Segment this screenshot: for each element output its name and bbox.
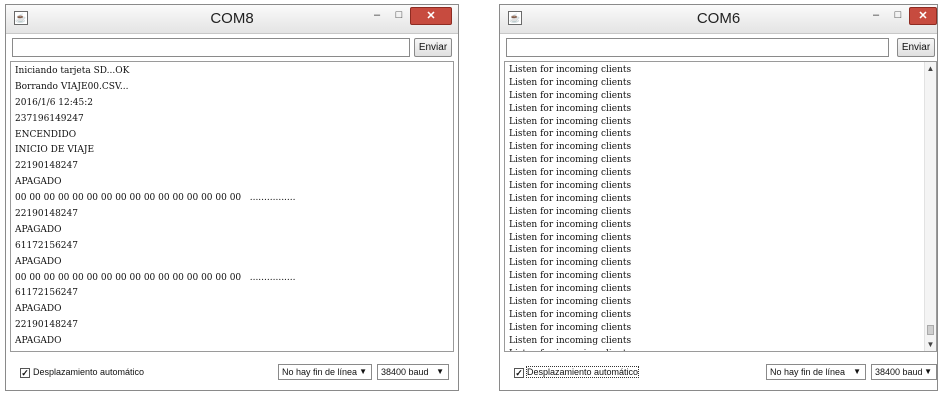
output-line: Listen for incoming clients — [509, 103, 632, 114]
output-line: 61172156247 — [15, 288, 78, 299]
chevron-down-icon: ▼ — [924, 367, 932, 376]
output-lines: Iniciando tarjeta SD...OK Borrando VIAJE0… — [15, 64, 439, 351]
baud-rate-value: 38400 baud — [381, 367, 429, 377]
baud-rate-select[interactable]: 38400 baud ▼ — [377, 364, 449, 380]
serial-output[interactable]: Iniciando tarjeta SD...OK Borrando VIAJE0… — [10, 61, 454, 352]
close-button[interactable]: ✕ — [410, 7, 452, 25]
output-line: 00 00 00 00 00 00 00 00 00 00 00 00 00 0… — [15, 350, 439, 351]
output-line: Listen for incoming clients — [509, 168, 632, 179]
window-controls: – □ ✕ — [366, 7, 452, 27]
output-line: APAGADO — [15, 336, 62, 347]
footer-bar: ✓ Desplazamiento automático No hay fin de… — [500, 356, 937, 390]
autoscroll-toggle[interactable]: ✓ Desplazamiento automático — [20, 367, 144, 378]
output-line: Listen for incoming clients — [509, 245, 632, 256]
chevron-down-icon: ▼ — [436, 367, 444, 376]
output-line: 61172156247 — [15, 240, 78, 251]
output-line: Listen for incoming clients — [509, 155, 632, 166]
serial-input[interactable] — [506, 38, 889, 57]
send-button[interactable]: Enviar — [414, 38, 452, 57]
output-line: 2016/1/6 12:45:2 — [15, 97, 93, 108]
output-line: Listen for incoming clients — [509, 232, 632, 243]
output-line: 00 00 00 00 00 00 00 00 00 00 00 00 00 0… — [15, 193, 296, 204]
output-line: Borrando VIAJE00.CSV... — [15, 81, 129, 92]
output-line: Listen for incoming clients — [509, 309, 632, 320]
chevron-down-icon: ▼ — [853, 367, 861, 376]
output-line: Listen for incoming clients — [509, 129, 632, 140]
maximize-button[interactable]: □ — [388, 7, 410, 25]
output-line: Listen for incoming clients — [509, 77, 632, 88]
output-line: Listen for incoming clients — [509, 65, 632, 75]
chevron-down-icon: ▼ — [359, 367, 367, 376]
serial-input[interactable] — [12, 38, 410, 57]
output-line: 00 00 00 00 00 00 00 00 00 00 00 00 00 0… — [15, 272, 296, 283]
minimize-button[interactable]: – — [865, 7, 887, 25]
output-line: APAGADO — [15, 177, 62, 188]
send-button[interactable]: Enviar — [897, 38, 935, 57]
footer-bar: ✓ Desplazamiento automático No hay fin de… — [6, 356, 458, 390]
output-line: 22190148247 — [15, 320, 78, 331]
output-line: Iniciando tarjeta SD...OK — [15, 66, 130, 76]
output-line: Listen for incoming clients — [509, 219, 632, 230]
minimize-button[interactable]: – — [366, 7, 388, 25]
output-line: Listen for incoming clients — [509, 181, 632, 192]
output-line: INICIO DE VIAJE — [15, 145, 95, 156]
autoscroll-label: Desplazamiento automático — [525, 366, 640, 378]
output-line: Listen for incoming clients — [509, 297, 632, 308]
output-line: Listen for incoming clients — [509, 335, 632, 346]
chevron-up-icon[interactable]: ▲ — [925, 64, 936, 73]
output-line: ENCENDIDO — [15, 129, 77, 140]
serial-monitor-window-com8: ☕ COM8 – □ ✕ Enviar Iniciando tarjeta SD… — [5, 4, 459, 391]
output-line: APAGADO — [15, 256, 62, 267]
line-ending-value: No hay fin de línea — [282, 367, 358, 377]
maximize-button[interactable]: □ — [887, 7, 909, 25]
output-line: Listen for incoming clients — [509, 206, 632, 217]
autoscroll-toggle[interactable]: ✓ Desplazamiento automático — [514, 366, 640, 378]
output-line: Listen for incoming clients — [509, 90, 632, 101]
output-line: Listen for incoming clients — [509, 258, 632, 269]
baud-rate-select[interactable]: 38400 baud ▼ — [871, 364, 937, 380]
output-line: Listen for incoming clients — [509, 142, 632, 153]
output-line: Listen for incoming clients — [509, 284, 632, 295]
window-controls: – □ ✕ — [865, 7, 937, 27]
autoscroll-label: Desplazamiento automático — [33, 367, 145, 377]
output-line: 22190148247 — [15, 161, 78, 172]
close-button[interactable]: ✕ — [909, 7, 937, 25]
output-line: Listen for incoming clients — [509, 116, 632, 127]
output-line: Listen for incoming clients — [509, 348, 922, 351]
autoscroll-checkbox[interactable]: ✓ — [20, 368, 30, 378]
vertical-scrollbar[interactable]: ▲ ▼ — [924, 62, 936, 351]
baud-rate-value: 38400 baud — [875, 367, 923, 377]
output-line: Listen for incoming clients — [509, 322, 632, 333]
chevron-down-icon[interactable]: ▼ — [925, 340, 936, 349]
title-bar: ☕ COM6 – □ ✕ — [500, 5, 937, 34]
scrollbar-thumb[interactable] — [927, 325, 934, 335]
output-line: Listen for incoming clients — [509, 193, 632, 204]
serial-monitor-window-com6: ☕ COM6 – □ ✕ Enviar Listen for incoming … — [499, 4, 938, 391]
output-lines: Listen for incoming clients Listen for in… — [509, 64, 922, 351]
output-line: 22190148247 — [15, 209, 78, 220]
line-ending-select[interactable]: No hay fin de línea ▼ — [766, 364, 866, 380]
autoscroll-checkbox[interactable]: ✓ — [514, 368, 524, 378]
line-ending-select[interactable]: No hay fin de línea ▼ — [278, 364, 372, 380]
output-line: 237196149247 — [15, 113, 84, 124]
line-ending-value: No hay fin de línea — [770, 367, 846, 377]
title-bar: ☕ COM8 – □ ✕ — [6, 5, 458, 34]
output-line: Listen for incoming clients — [509, 271, 632, 282]
output-line: APAGADO — [15, 224, 62, 235]
serial-output[interactable]: Listen for incoming clients Listen for in… — [504, 61, 937, 352]
output-line: APAGADO — [15, 304, 62, 315]
